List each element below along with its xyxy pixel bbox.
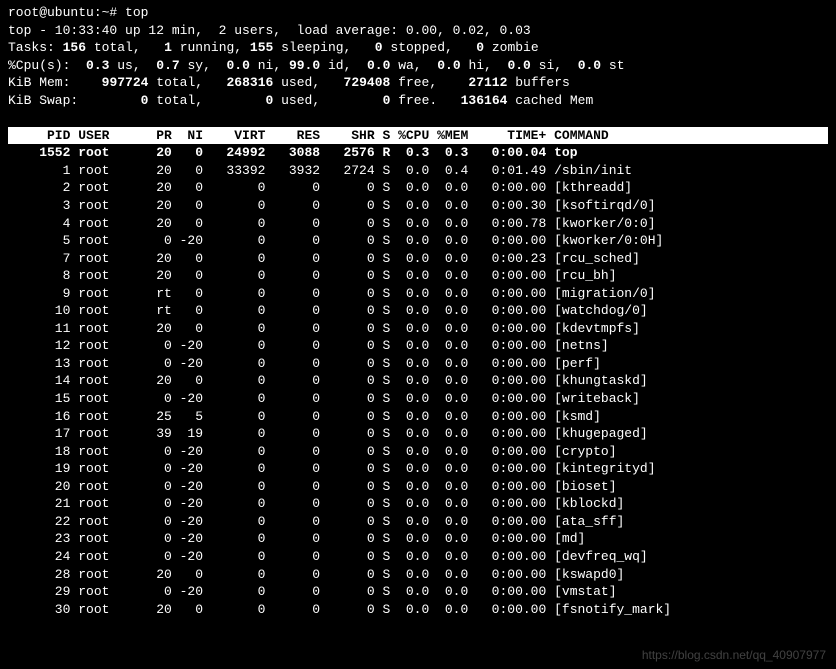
process-table-body: 1552 root 20 0 24992 3088 2576 R 0.3 0.3… bbox=[8, 144, 828, 618]
process-row[interactable]: 10 root rt 0 0 0 0 S 0.0 0.0 0:00.00 [wa… bbox=[8, 302, 828, 320]
cpu-us-lbl: us, bbox=[117, 58, 140, 73]
tasks-stopped: 0 bbox=[375, 40, 383, 55]
process-row[interactable]: 1 root 20 0 33392 3932 2724 S 0.0 0.4 0:… bbox=[8, 162, 828, 180]
process-row[interactable]: 29 root 0 -20 0 0 0 S 0.0 0.0 0:00.00 [v… bbox=[8, 583, 828, 601]
process-row[interactable]: 11 root 20 0 0 0 0 S 0.0 0.0 0:00.00 [kd… bbox=[8, 320, 828, 338]
process-row[interactable]: 4 root 20 0 0 0 0 S 0.0 0.0 0:00.78 [kwo… bbox=[8, 215, 828, 233]
tasks-total-lbl: total, bbox=[94, 40, 141, 55]
process-row[interactable]: 8 root 20 0 0 0 0 S 0.0 0.0 0:00.00 [rcu… bbox=[8, 267, 828, 285]
top-summary-swap: KiB Swap: 0 total, 0 used, 0 free. 13616… bbox=[8, 92, 828, 110]
process-row[interactable]: 9 root rt 0 0 0 0 S 0.0 0.0 0:00.00 [mig… bbox=[8, 285, 828, 303]
tasks-running: 1 bbox=[164, 40, 172, 55]
process-row[interactable]: 18 root 0 -20 0 0 0 S 0.0 0.0 0:00.00 [c… bbox=[8, 443, 828, 461]
process-row[interactable]: 23 root 0 -20 0 0 0 S 0.0 0.0 0:00.00 [m… bbox=[8, 530, 828, 548]
tasks-label: Tasks: bbox=[8, 40, 55, 55]
mem-total: 997724 bbox=[102, 75, 149, 90]
tasks-total: 156 bbox=[63, 40, 86, 55]
mem-used-lbl: used, bbox=[281, 75, 320, 90]
tasks-sleeping: 155 bbox=[250, 40, 273, 55]
tasks-zombie-lbl: zombie bbox=[492, 40, 539, 55]
swap-used-lbl: used, bbox=[281, 93, 320, 108]
tasks-running-lbl: running, bbox=[180, 40, 242, 55]
cpu-wa: 0.0 bbox=[367, 58, 390, 73]
cpu-sy-lbl: sy, bbox=[187, 58, 210, 73]
process-row[interactable]: 21 root 0 -20 0 0 0 S 0.0 0.0 0:00.00 [k… bbox=[8, 495, 828, 513]
mem-total-lbl: total, bbox=[156, 75, 203, 90]
watermark-text: https://blog.csdn.net/qq_40907977 bbox=[642, 647, 826, 663]
cpu-wa-lbl: wa, bbox=[398, 58, 421, 73]
cpu-id-lbl: id, bbox=[328, 58, 351, 73]
top-summary-cpu: %Cpu(s): 0.3 us, 0.7 sy, 0.0 ni, 99.0 id… bbox=[8, 57, 828, 75]
cpu-sy: 0.7 bbox=[156, 58, 179, 73]
cpu-si: 0.0 bbox=[507, 58, 530, 73]
swap-label: KiB Swap: bbox=[8, 93, 78, 108]
mem-used: 268316 bbox=[226, 75, 273, 90]
cpu-si-lbl: si, bbox=[539, 58, 562, 73]
swap-cached: 136164 bbox=[461, 93, 508, 108]
process-row[interactable]: 24 root 0 -20 0 0 0 S 0.0 0.0 0:00.00 [d… bbox=[8, 548, 828, 566]
tasks-zombie: 0 bbox=[476, 40, 484, 55]
cpu-label: %Cpu(s): bbox=[8, 58, 70, 73]
mem-free: 729408 bbox=[344, 75, 391, 90]
process-row[interactable]: 14 root 20 0 0 0 0 S 0.0 0.0 0:00.00 [kh… bbox=[8, 372, 828, 390]
mem-buffers: 27112 bbox=[468, 75, 507, 90]
process-row[interactable]: 28 root 20 0 0 0 0 S 0.0 0.0 0:00.00 [ks… bbox=[8, 566, 828, 584]
process-row[interactable]: 20 root 0 -20 0 0 0 S 0.0 0.0 0:00.00 [b… bbox=[8, 478, 828, 496]
process-row[interactable]: 3 root 20 0 0 0 0 S 0.0 0.0 0:00.30 [kso… bbox=[8, 197, 828, 215]
process-row[interactable]: 7 root 20 0 0 0 0 S 0.0 0.0 0:00.23 [rcu… bbox=[8, 250, 828, 268]
cpu-us: 0.3 bbox=[86, 58, 109, 73]
swap-free: 0 bbox=[383, 93, 391, 108]
process-row[interactable]: 2 root 20 0 0 0 0 S 0.0 0.0 0:00.00 [kth… bbox=[8, 179, 828, 197]
swap-cached-lbl: cached Mem bbox=[515, 93, 593, 108]
process-row[interactable]: 16 root 25 5 0 0 0 S 0.0 0.0 0:00.00 [ks… bbox=[8, 408, 828, 426]
tasks-stopped-lbl: stopped, bbox=[390, 40, 452, 55]
process-row[interactable]: 19 root 0 -20 0 0 0 S 0.0 0.0 0:00.00 [k… bbox=[8, 460, 828, 478]
process-row[interactable]: 12 root 0 -20 0 0 0 S 0.0 0.0 0:00.00 [n… bbox=[8, 337, 828, 355]
cpu-ni: 0.0 bbox=[227, 58, 250, 73]
cpu-st: 0.0 bbox=[578, 58, 601, 73]
swap-used: 0 bbox=[266, 93, 274, 108]
mem-buffers-lbl: buffers bbox=[515, 75, 570, 90]
swap-total: 0 bbox=[141, 93, 149, 108]
swap-total-lbl: total, bbox=[156, 93, 203, 108]
top-summary-tasks: Tasks: 156 total, 1 running, 155 sleepin… bbox=[8, 39, 828, 57]
cpu-st-lbl: st bbox=[609, 58, 625, 73]
process-row[interactable]: 1552 root 20 0 24992 3088 2576 R 0.3 0.3… bbox=[8, 144, 828, 162]
swap-free-lbl: free. bbox=[398, 93, 437, 108]
process-row[interactable]: 15 root 0 -20 0 0 0 S 0.0 0.0 0:00.00 [w… bbox=[8, 390, 828, 408]
cpu-ni-lbl: ni, bbox=[258, 58, 281, 73]
mem-free-lbl: free, bbox=[398, 75, 437, 90]
cpu-id: 99.0 bbox=[289, 58, 320, 73]
process-row[interactable]: 22 root 0 -20 0 0 0 S 0.0 0.0 0:00.00 [a… bbox=[8, 513, 828, 531]
mem-label: KiB Mem: bbox=[8, 75, 70, 90]
top-summary-mem: KiB Mem: 997724 total, 268316 used, 7294… bbox=[8, 74, 828, 92]
tasks-sleeping-lbl: sleeping, bbox=[281, 40, 351, 55]
process-table-header: PID USER PR NI VIRT RES SHR S %CPU %MEM … bbox=[8, 127, 828, 145]
process-row[interactable]: 17 root 39 19 0 0 0 S 0.0 0.0 0:00.00 [k… bbox=[8, 425, 828, 443]
top-summary-line1: top - 10:33:40 up 12 min, 2 users, load … bbox=[8, 22, 828, 40]
shell-prompt[interactable]: root@ubuntu:~# top bbox=[8, 4, 828, 22]
cpu-hi-lbl: hi, bbox=[468, 58, 491, 73]
process-row[interactable]: 13 root 0 -20 0 0 0 S 0.0 0.0 0:00.00 [p… bbox=[8, 355, 828, 373]
process-row[interactable]: 30 root 20 0 0 0 0 S 0.0 0.0 0:00.00 [fs… bbox=[8, 601, 828, 619]
process-row[interactable]: 5 root 0 -20 0 0 0 S 0.0 0.0 0:00.00 [kw… bbox=[8, 232, 828, 250]
cpu-hi: 0.0 bbox=[437, 58, 460, 73]
